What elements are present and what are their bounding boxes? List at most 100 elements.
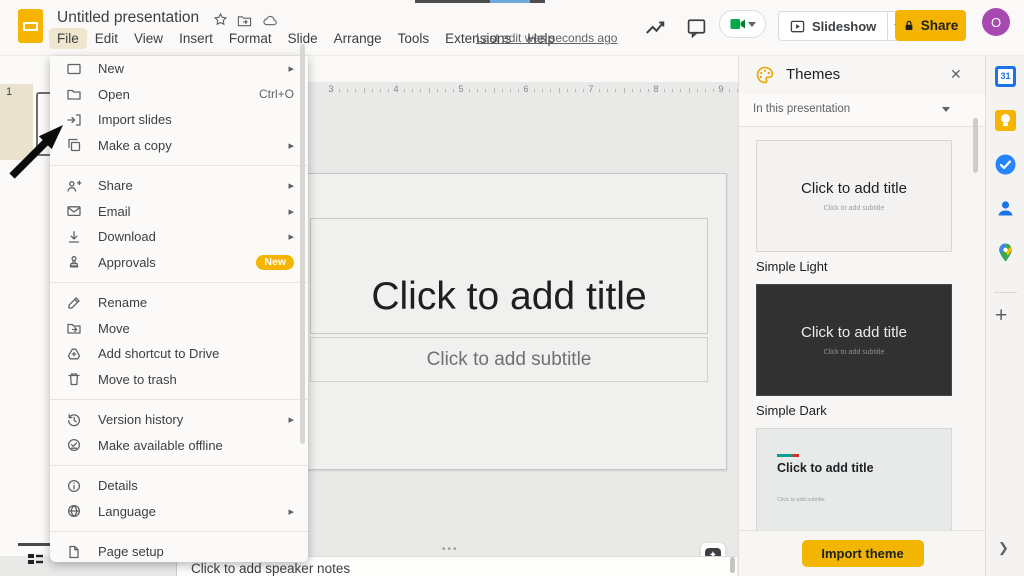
page-setup-icon [66, 544, 82, 560]
ruler-number: 3 [328, 84, 334, 94]
menu-item-make-available-offline[interactable]: Make available offline [50, 433, 308, 459]
open-folder-icon [66, 86, 82, 102]
submenu-arrow-icon: ▸ [288, 414, 294, 427]
menu-item-label: Move to trash [98, 371, 177, 387]
tasks-icon[interactable] [995, 154, 1016, 175]
slideshow-label: Slideshow [812, 18, 877, 34]
menu-item-label: Page setup [98, 544, 164, 560]
title-placeholder[interactable]: Click to add title [310, 218, 708, 334]
menu-format[interactable]: Format [221, 28, 280, 49]
menu-item-version-history[interactable]: Version history ▸ [50, 407, 308, 433]
comment-icon[interactable] [686, 17, 707, 38]
submenu-arrow-icon: ▸ [288, 139, 294, 152]
menu-view[interactable]: View [126, 28, 171, 49]
slides-logo-icon[interactable] [18, 9, 43, 43]
slideshow-button[interactable]: Slideshow [778, 11, 910, 41]
slide-editor: Click to add title Click to add subtitle [307, 173, 727, 470]
theme-name: Simple Light [756, 259, 828, 274]
file-menu-scrollbar[interactable] [300, 44, 305, 444]
menu-item-add-shortcut-to-drive[interactable]: Add shortcut to Drive [50, 341, 308, 367]
menu-item-approvals[interactable]: Approvals New [50, 250, 308, 276]
share-button[interactable]: Share [895, 10, 966, 41]
present-icon [790, 20, 805, 32]
theme-thumb-subtitle: Click to add subtitle [823, 205, 885, 212]
meet-button[interactable] [719, 10, 766, 38]
menu-item-label: Make a copy [98, 137, 172, 153]
maps-icon[interactable] [995, 242, 1016, 263]
menu-divider [50, 165, 308, 166]
canvas-scrollbar[interactable] [730, 557, 735, 573]
theme-card-simple-dark[interactable]: Click to add title Click to add subtitle S… [756, 284, 986, 419]
menu-insert[interactable]: Insert [171, 28, 221, 49]
header-bar: Untitled presentation File Edit View Insert… [0, 0, 1024, 56]
activity-trend-icon[interactable] [643, 15, 667, 39]
menu-tools[interactable]: Tools [390, 28, 438, 49]
document-title[interactable]: Untitled presentation [57, 9, 199, 27]
horizontal-ruler: 3 4 5 6 7 8 9 [308, 82, 739, 98]
menu-item-label: Version history [98, 412, 184, 428]
close-icon[interactable]: ✕ [950, 66, 962, 83]
menu-item-download[interactable]: Download ▸ [50, 224, 308, 250]
thumbnail-edge [18, 543, 50, 546]
theme-accent-dash [777, 454, 799, 457]
calendar-icon[interactable]: 31 [995, 66, 1016, 87]
menu-arrange[interactable]: Arrange [326, 28, 390, 49]
side-app-strip: 31 + ❯ [985, 56, 1024, 576]
last-edit-status[interactable]: Last edit was seconds ago [476, 31, 617, 45]
annotation-arrow [9, 125, 63, 179]
add-addon-icon[interactable]: + [995, 304, 1007, 328]
menu-item-move[interactable]: Move [50, 316, 308, 342]
submenu-arrow-icon: ▸ [288, 505, 294, 518]
trash-icon [66, 371, 82, 387]
menu-divider [50, 531, 308, 532]
notes-resize-handle[interactable]: ••• [442, 544, 459, 555]
filmstrip-view-toggle-icon[interactable] [27, 552, 44, 566]
menu-item-details[interactable]: Details [50, 473, 308, 499]
theme-card-simple-light[interactable]: Click to add title Click to add subtitle S… [756, 140, 986, 275]
ruler-number: 5 [458, 84, 464, 94]
new-slide-icon [66, 61, 82, 77]
avatar[interactable]: O [982, 8, 1010, 36]
menu-edit[interactable]: Edit [87, 28, 126, 49]
meet-camera-icon [730, 19, 745, 29]
themes-panel: Themes ✕ In this presentation Click to a… [738, 56, 986, 576]
theme-thumb-title: Click to add title [777, 461, 874, 475]
import-theme-button[interactable]: Import theme [801, 540, 924, 567]
menu-item-language[interactable]: Language ▸ [50, 499, 308, 525]
menu-divider [50, 399, 308, 400]
menu-item-new[interactable]: New ▸ [50, 56, 308, 82]
move-folder-icon[interactable] [237, 13, 252, 28]
globe-icon [66, 503, 82, 519]
menu-item-rename[interactable]: Rename [50, 290, 308, 316]
menu-item-move-to-trash[interactable]: Move to trash [50, 367, 308, 393]
menu-item-label: Email [98, 203, 131, 219]
keep-icon[interactable] [995, 110, 1016, 131]
download-icon [66, 229, 82, 245]
submenu-arrow-icon: ▸ [288, 63, 294, 76]
caret-down-icon [747, 21, 756, 27]
submenu-arrow-icon: ▸ [288, 231, 294, 244]
cloud-status-icon[interactable] [262, 13, 278, 28]
top-progress-strip [415, 0, 545, 3]
themes-filter[interactable]: In this presentation [739, 94, 986, 127]
menu-item-page-setup[interactable]: Page setup [50, 539, 308, 562]
themes-scrollbar[interactable] [973, 118, 978, 173]
theme-name: Simple Dark [756, 403, 827, 418]
menu-item-label: Open [98, 86, 130, 102]
themes-footer: Import theme [739, 530, 986, 576]
menu-item-share[interactable]: Share ▸ [50, 173, 308, 199]
menu-item-import-slides[interactable]: Import slides [50, 107, 308, 133]
menu-item-open[interactable]: Open Ctrl+O [50, 82, 308, 108]
collapse-panel-icon[interactable]: ❯ [998, 540, 1009, 556]
contacts-icon[interactable] [995, 198, 1016, 219]
star-icon[interactable] [213, 12, 228, 27]
menu-item-email[interactable]: Email ▸ [50, 199, 308, 225]
themes-title: Themes [786, 66, 841, 83]
menu-item-make-a-copy[interactable]: Make a copy ▸ [50, 133, 308, 159]
theme-thumb-subtitle: Click to add subtitle [823, 349, 885, 356]
info-icon [66, 478, 82, 494]
menu-file[interactable]: File [49, 28, 87, 49]
speaker-notes-placeholder[interactable]: Click to add speaker notes [191, 561, 350, 576]
theme-card-2[interactable]: Click to add title Click to add subtitle [756, 428, 986, 530]
subtitle-placeholder[interactable]: Click to add subtitle [310, 337, 708, 382]
